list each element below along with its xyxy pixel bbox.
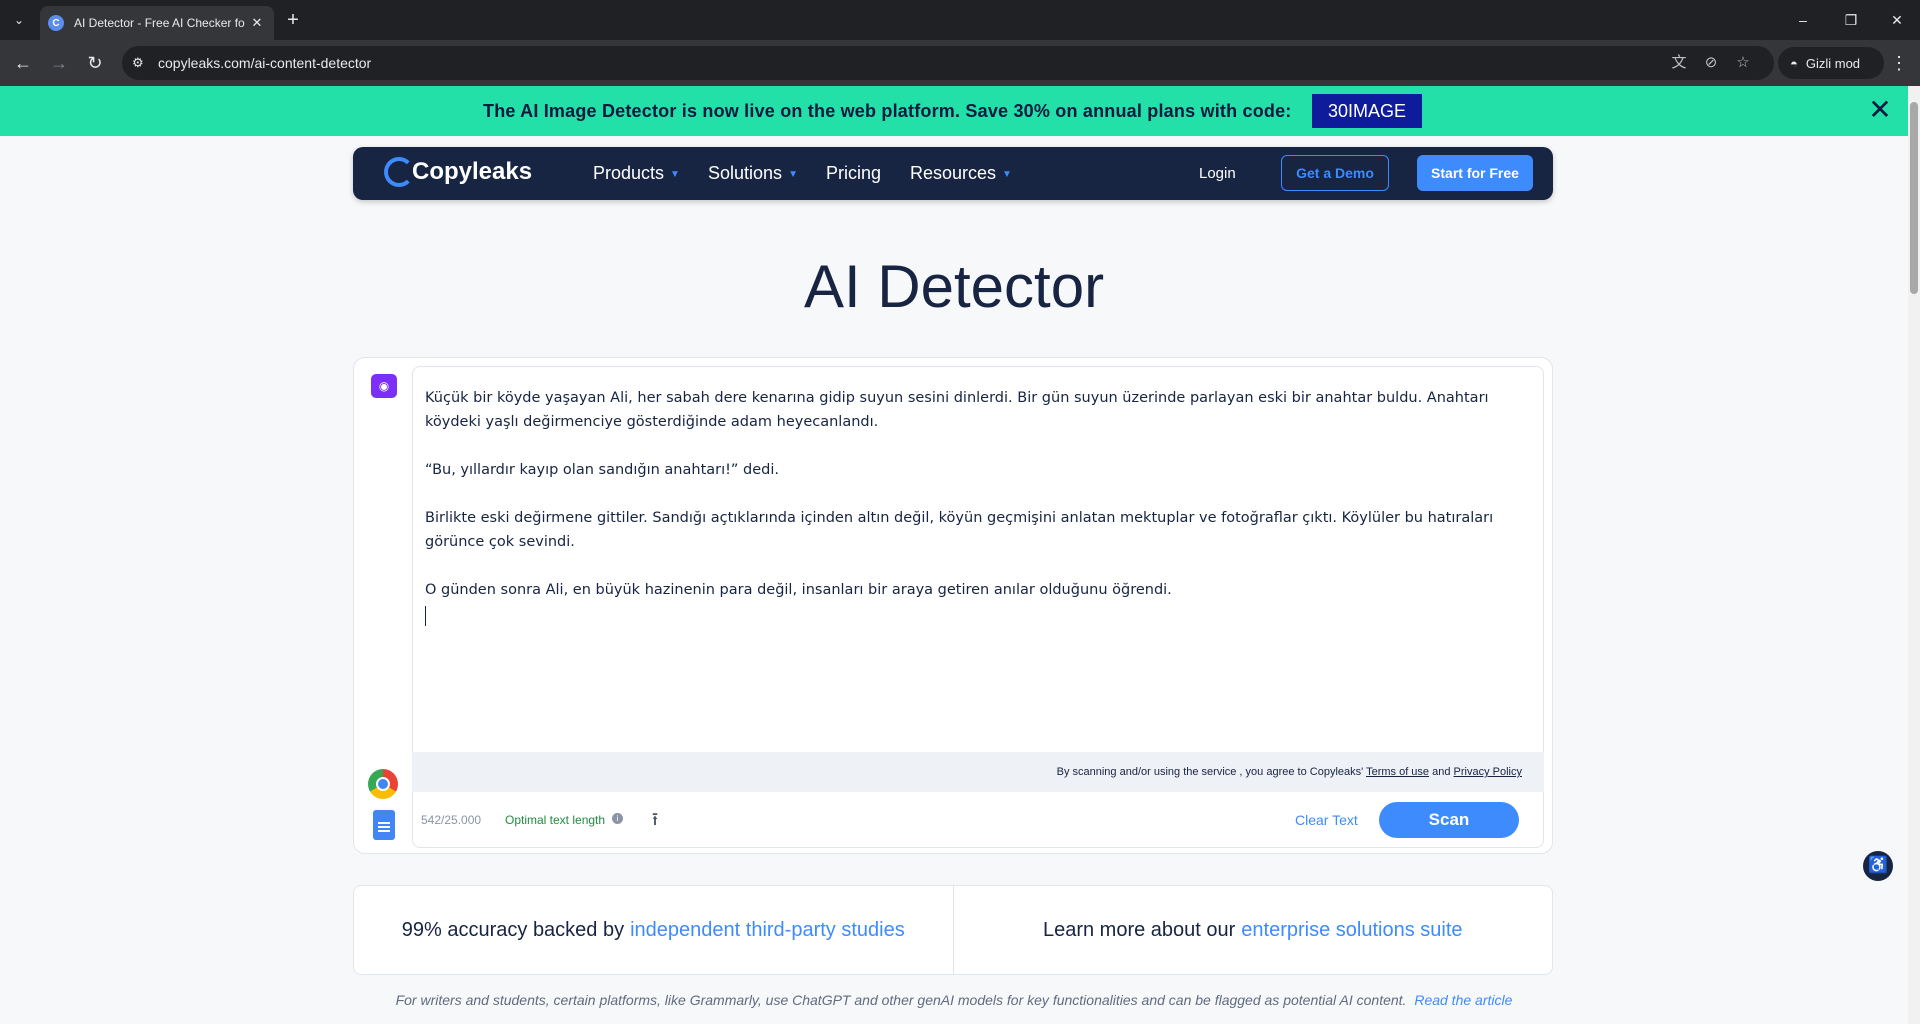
login-link[interactable]: Login	[1199, 165, 1236, 182]
translate-icon[interactable]: 文	[1668, 52, 1690, 74]
forward-icon[interactable]: →	[46, 50, 72, 76]
nav-resources-label: Resources	[910, 163, 997, 183]
page-scrollbar[interactable]	[1908, 86, 1920, 1024]
enterprise-card: Learn more about our enterprise solution…	[952, 886, 1553, 974]
copyleaks-logo[interactable]: Copyleaks	[384, 157, 532, 187]
nav-resources[interactable]: Resources ▼	[910, 163, 1012, 184]
promo-banner: The AI Image Detector is now live on the…	[0, 86, 1908, 136]
accessibility-icon[interactable]: ♿	[1863, 851, 1893, 881]
favicon: C	[48, 15, 64, 31]
url-text[interactable]: copyleaks.com/ai-content-detector	[158, 55, 371, 71]
window-close-icon[interactable]: ✕	[1882, 8, 1912, 32]
start-free-button[interactable]: Start for Free	[1417, 155, 1533, 191]
back-icon[interactable]: ←	[10, 50, 36, 76]
browser-tab[interactable]: C AI Detector - Free AI Checker fo ✕	[40, 6, 274, 40]
logo-text: Copyleaks	[412, 158, 533, 185]
banner-text: The AI Image Detector is now live on the…	[483, 101, 1292, 121]
text-input[interactable]: Küçük bir köyde yaşayan Ali, her sabah d…	[412, 366, 1544, 752]
nav-pricing[interactable]: Pricing	[826, 163, 881, 184]
page-title: AI Detector	[803, 253, 1105, 320]
text-paragraph: Küçük bir köyde yaşayan Ali, her sabah d…	[425, 390, 1489, 430]
chrome-icon[interactable]	[368, 769, 398, 799]
upload-icon[interactable]: ⭱	[645, 808, 665, 830]
scan-button[interactable]: Scan	[1379, 802, 1519, 838]
detector-card: ◉ Küçük bir köyde yaşayan Ali, her sabah…	[353, 357, 1553, 854]
minimize-icon[interactable]: –	[1788, 8, 1818, 32]
consent-and: and	[1432, 766, 1451, 778]
text-cursor	[425, 606, 426, 626]
site-info-icon[interactable]: ⚙	[132, 55, 148, 71]
nav-products[interactable]: Products ▼	[593, 163, 680, 184]
enterprise-link[interactable]: enterprise solutions suite	[1241, 919, 1462, 942]
chevron-down-icon: ▼	[1002, 168, 1012, 180]
terms-link[interactable]: Terms of use	[1366, 766, 1429, 778]
get-demo-button[interactable]: Get a Demo	[1281, 155, 1389, 191]
enterprise-text: Learn more about our	[1042, 918, 1236, 941]
star-icon[interactable]: ☆	[1732, 52, 1754, 74]
read-article-link[interactable]: Read the article	[1414, 992, 1512, 1008]
info-cards: 99% accuracy backed by independent third…	[353, 885, 1553, 975]
nav-solutions-label: Solutions	[708, 163, 783, 183]
nav-solutions[interactable]: Solutions ▼	[708, 163, 798, 184]
restore-icon[interactable]: ❐	[1836, 8, 1866, 32]
chevron-down-icon: ▼	[670, 168, 680, 180]
scrollbar-thumb[interactable]	[1910, 102, 1918, 294]
text-paragraph: Birlikte eski değirmene gittiler. Sandığ…	[425, 510, 1494, 550]
footnote: For writers and students, certain platfo…	[0, 992, 1908, 1008]
close-icon[interactable]: ✕	[248, 15, 266, 31]
text-paragraph: “Bu, yıllardır kayıp olan sandığın anaht…	[425, 462, 780, 478]
reload-icon[interactable]: ↻	[82, 50, 108, 76]
consent-notice: By scanning and/or using the service , y…	[412, 752, 1544, 792]
browser-tab-bar: ⌄ C AI Detector - Free AI Checker fo ✕ +…	[0, 0, 1920, 40]
accuracy-text: 99% accuracy backed by	[401, 918, 625, 941]
browser-toolbar: ← → ↻ ⚙ copyleaks.com/ai-content-detecto…	[0, 40, 1920, 86]
chevron-down-icon: ▼	[788, 168, 798, 180]
incognito-label: Gizli mod	[1805, 55, 1861, 71]
incognito-indicator[interactable]: ◓ Gizli mod	[1778, 47, 1884, 79]
eye-icon[interactable]: ◉	[371, 374, 397, 398]
plus-icon[interactable]: +	[282, 9, 304, 31]
nav-pricing-label: Pricing	[826, 163, 882, 183]
address-bar[interactable]: ⚙ copyleaks.com/ai-content-detector 文 ⊘ …	[122, 46, 1774, 80]
tab-title: AI Detector - Free AI Checker fo	[74, 16, 245, 30]
accuracy-card: 99% accuracy backed by independent third…	[354, 886, 953, 974]
eye-off-icon[interactable]: ⊘	[1700, 52, 1722, 74]
clear-text-button[interactable]: Clear Text	[1295, 812, 1358, 828]
incognito-icon: ◓	[1790, 55, 1798, 71]
editor-footer: 542/25.000 Optimal text length i ⭱ Clear…	[412, 792, 1544, 848]
nav-products-label: Products	[593, 163, 665, 183]
info-icon[interactable]: i	[612, 813, 623, 824]
character-count: 542/25.000	[421, 813, 482, 827]
length-status: Optimal text length	[505, 813, 606, 827]
footnote-text: For writers and students, certain platfo…	[395, 992, 1407, 1008]
promo-code: 30IMAGE	[1312, 94, 1422, 128]
logo-mark-icon	[384, 157, 414, 187]
banner-close-icon[interactable]: ✕	[1866, 96, 1894, 124]
site-navbar: Copyleaks Products ▼ Solutions ▼ Pricing R…	[353, 147, 1553, 200]
tab-list-icon[interactable]: ⌄	[6, 8, 32, 32]
privacy-link[interactable]: Privacy Policy	[1454, 766, 1522, 778]
consent-text: By scanning and/or using the service , y…	[1056, 766, 1364, 778]
menu-icon[interactable]: ⋮	[1888, 50, 1910, 76]
text-paragraph: O günden sonra Ali, en büyük hazinenin p…	[425, 582, 1172, 598]
studies-link[interactable]: independent third-party studies	[630, 919, 905, 942]
google-docs-icon[interactable]	[373, 810, 395, 840]
